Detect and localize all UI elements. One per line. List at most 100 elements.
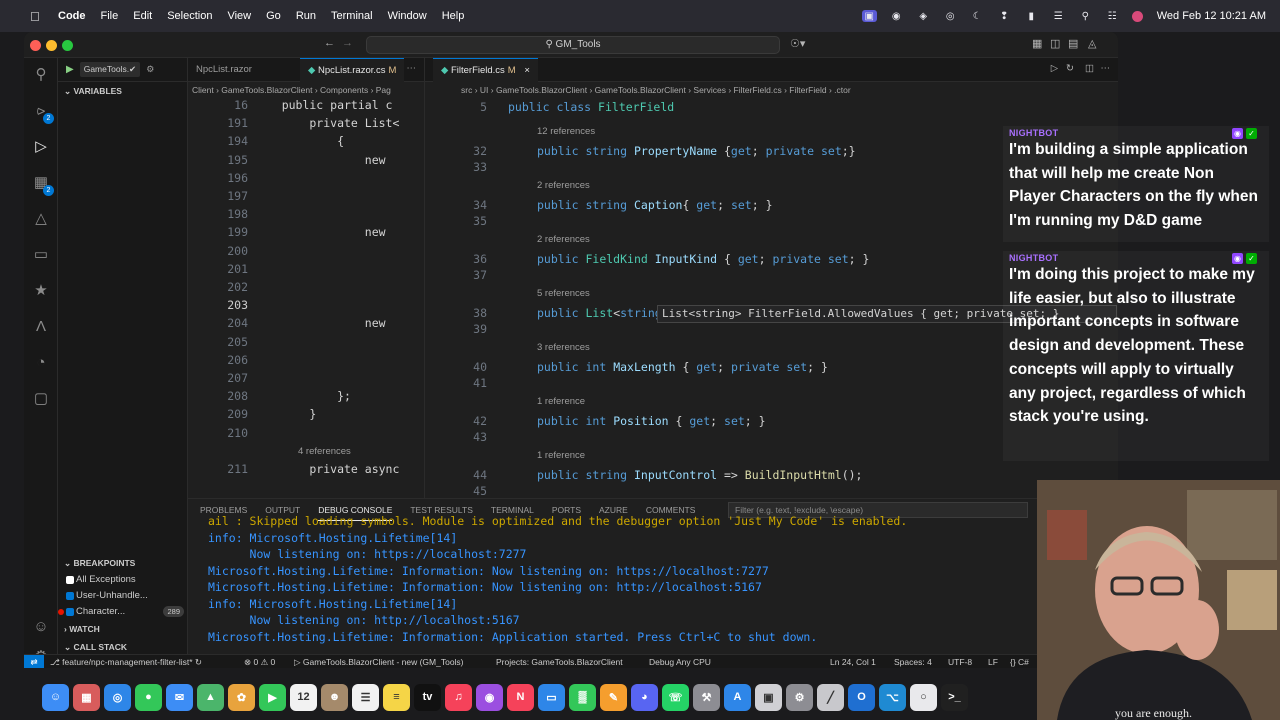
breakpoint-user-unhandled[interactable]: User-Unhandle... xyxy=(58,588,188,604)
dock-contacts-icon[interactable]: ☻ xyxy=(321,683,348,711)
watch-header[interactable]: › WATCH xyxy=(58,620,188,638)
split-editor-icon[interactable]: ◫ xyxy=(1085,63,1094,74)
checkbox-checked[interactable] xyxy=(66,592,74,600)
shield-icon[interactable]: ◈ xyxy=(916,10,931,22)
branch-status[interactable]: ⎇ feature/npc-management-filter-list* ↻ xyxy=(50,655,202,668)
codelens-references[interactable]: 1 reference xyxy=(537,450,585,461)
control-center-icon[interactable]: ☷ xyxy=(1105,10,1120,22)
toggle-panel-icon[interactable]: ▤ xyxy=(1068,37,1078,50)
dock-finder-icon[interactable]: ☺ xyxy=(42,683,69,711)
eol-status[interactable]: LF xyxy=(988,655,998,668)
camera-icon[interactable]: ◉ xyxy=(889,10,904,22)
more-actions-icon[interactable]: ⋯ xyxy=(407,63,417,74)
run-debug-icon[interactable]: ▷ xyxy=(32,138,50,156)
toggle-secondary-sidebar-icon[interactable]: ◬ xyxy=(1088,37,1096,50)
dock-photos-icon[interactable]: ✿ xyxy=(228,683,255,711)
close-tab-icon[interactable]: × xyxy=(524,65,530,76)
edge-devtools-icon[interactable]: ◔ xyxy=(32,354,50,372)
checkbox-unchecked[interactable] xyxy=(66,576,74,584)
breakpoints-header[interactable]: ⌄ BREAKPOINTS xyxy=(58,554,188,572)
forward-arrow-icon[interactable]: → xyxy=(342,37,353,49)
dock-calendar-icon[interactable]: 12 xyxy=(290,683,317,711)
menu-window[interactable]: Window xyxy=(388,10,427,22)
zoom-window-button[interactable] xyxy=(62,40,73,51)
dock-keynote-icon[interactable]: ▭ xyxy=(538,683,565,711)
wifi-icon[interactable]: ☰ xyxy=(1051,10,1066,22)
codelens-references[interactable]: 2 references xyxy=(537,234,590,245)
dock-screenshot-icon[interactable]: ▣ xyxy=(755,683,782,711)
project-manager-icon[interactable]: ▢ xyxy=(32,390,50,408)
copilot-icon[interactable]: ☉▾ xyxy=(790,37,805,50)
menu-go[interactable]: Go xyxy=(266,10,281,22)
debug-target-status[interactable]: ▷ GameTools.BlazorClient - new (GM_Tools… xyxy=(294,655,464,668)
breakpoint-all-exceptions[interactable]: All Exceptions xyxy=(58,572,188,588)
menu-selection[interactable]: Selection xyxy=(167,10,212,22)
dock-instruments-icon[interactable]: ╱ xyxy=(817,683,844,711)
codelens-references[interactable]: 1 reference xyxy=(537,396,585,407)
dock-discord-icon[interactable]: ◕ xyxy=(631,683,658,711)
dock-app-store-icon[interactable]: A xyxy=(724,683,751,711)
menubar-clock[interactable]: Wed Feb 12 10:21 AM xyxy=(1157,10,1266,22)
breakpoint-character[interactable]: Character... 289 xyxy=(58,604,188,620)
dock-numbers-icon[interactable]: ▓ xyxy=(569,683,596,711)
moon-icon[interactable]: ☾ xyxy=(970,10,985,22)
back-arrow-icon[interactable]: ← xyxy=(324,37,335,49)
codelens-references[interactable]: 5 references xyxy=(537,288,590,299)
battery-icon[interactable]: ▮ xyxy=(1024,10,1039,22)
dock-terminal-icon[interactable]: >_ xyxy=(941,683,968,711)
search-icon[interactable]: ⚲ xyxy=(1078,10,1093,22)
debug-settings-gear-icon[interactable]: ⚙ xyxy=(146,64,154,75)
dock-facetime-icon[interactable]: ▶ xyxy=(259,683,286,711)
minimize-window-button[interactable] xyxy=(46,40,57,51)
menu-help[interactable]: Help xyxy=(442,10,465,22)
customize-layout-icon[interactable]: ▦ xyxy=(1032,37,1042,50)
right-breadcrumb[interactable]: src › UI › GameTools.BlazorClient › Game… xyxy=(425,82,1118,98)
azure-icon[interactable]: Λ xyxy=(32,318,50,336)
siri-icon[interactable] xyxy=(1131,10,1143,22)
codelens-references[interactable]: 3 references xyxy=(537,342,590,353)
tab-filterfield-cs[interactable]: ◆ FilterField.cs M × xyxy=(433,58,538,82)
dock-launchpad-icon[interactable]: ▦ xyxy=(73,683,100,711)
dock-messages-icon[interactable]: ● xyxy=(135,683,162,711)
checkbox-checked[interactable] xyxy=(66,608,74,616)
open-changes-icon[interactable]: ↻ xyxy=(1066,63,1074,74)
dock-news-icon[interactable]: N xyxy=(507,683,534,711)
docker-icon[interactable]: ★ xyxy=(32,282,50,300)
dock-reminders-icon[interactable]: ☰ xyxy=(352,683,379,711)
more-actions-icon[interactable]: ⋯ xyxy=(1101,63,1111,74)
tab-npclist-razor[interactable]: NpcList.razor xyxy=(188,58,260,82)
problems-status[interactable]: ⊗ 0 ⚠ 0 xyxy=(244,655,275,668)
dock-music-icon[interactable]: ♫ xyxy=(445,683,472,711)
codelens-references[interactable]: 12 references xyxy=(537,126,595,137)
menu-edit[interactable]: Edit xyxy=(133,10,152,22)
run-icon[interactable]: ▷ xyxy=(1051,63,1058,74)
language-status[interactable]: {} C# xyxy=(1010,655,1029,668)
close-window-button[interactable] xyxy=(30,40,41,51)
dock-mail-icon[interactable]: ✉ xyxy=(166,683,193,711)
dock-system-settings-icon[interactable]: ⚙ xyxy=(786,683,813,711)
debug-config-select[interactable]: GameTools.✔ xyxy=(79,62,141,77)
dock-podcasts-icon[interactable]: ◉ xyxy=(476,683,503,711)
encoding-status[interactable]: UTF-8 xyxy=(948,655,972,668)
dock-tv-icon[interactable]: tv xyxy=(414,683,441,711)
dock-obs-icon[interactable]: ○ xyxy=(910,683,937,711)
menu-terminal[interactable]: Terminal xyxy=(331,10,373,22)
projects-status[interactable]: Projects: GameTools.BlazorClient xyxy=(496,655,623,668)
menu-run[interactable]: Run xyxy=(296,10,316,22)
dock-vscode-icon[interactable]: ⌥ xyxy=(879,683,906,711)
remote-indicator-icon[interactable]: ⇄ xyxy=(24,655,44,668)
apple-menu-icon[interactable]:  xyxy=(30,9,46,24)
testing-icon[interactable]: △ xyxy=(32,210,50,228)
extensions-icon[interactable]: ▦ 2 xyxy=(32,174,54,196)
cursor-position-status[interactable]: Ln 24, Col 1 xyxy=(830,655,876,668)
explorer-search-icon[interactable]: ⚲ xyxy=(32,66,50,84)
sticky-scroll-line[interactable]: public class FilterField xyxy=(508,100,674,114)
source-control-icon[interactable]: ⪧ 2 xyxy=(32,102,54,124)
fork-icon[interactable]: ❢ xyxy=(997,10,1012,22)
dock-maps-icon[interactable]: ▲ xyxy=(197,683,224,711)
command-center-search[interactable]: ⚲ GM_Tools xyxy=(366,36,780,54)
codelens-references[interactable]: 2 references xyxy=(537,180,590,191)
left-breadcrumb[interactable]: Client › GameTools.BlazorClient › Compon… xyxy=(188,82,424,98)
build-config-status[interactable]: Debug Any CPU xyxy=(649,655,711,668)
menu-file[interactable]: File xyxy=(101,10,119,22)
